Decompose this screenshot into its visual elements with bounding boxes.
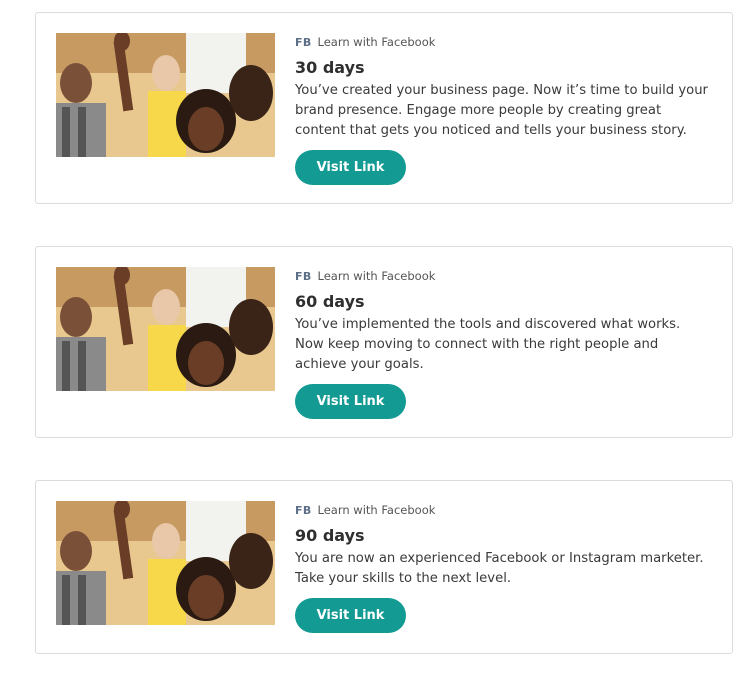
facebook-logo-icon: FB xyxy=(295,35,312,49)
source-line: FB Learn with Facebook xyxy=(295,268,712,284)
facebook-logo-icon: FB xyxy=(295,503,312,517)
card-content: FB Learn with Facebook 30 days You’ve cr… xyxy=(295,34,712,141)
card-title: 60 days xyxy=(295,292,365,311)
source-label: Learn with Facebook xyxy=(317,269,436,283)
source-label: Learn with Facebook xyxy=(317,503,436,517)
audience-photo-image xyxy=(56,267,275,391)
resource-card-30-days: FB Learn with Facebook 30 days You’ve cr… xyxy=(35,12,733,204)
visit-link-button[interactable]: Visit Link xyxy=(295,150,406,185)
visit-link-button[interactable]: Visit Link xyxy=(295,598,406,633)
card-content: FB Learn with Facebook 60 days You’ve im… xyxy=(295,268,712,375)
audience-photo-image xyxy=(56,33,275,157)
source-label: Learn with Facebook xyxy=(317,35,436,49)
resource-card-60-days: FB Learn with Facebook 60 days You’ve im… xyxy=(35,246,733,438)
card-content: FB Learn with Facebook 90 days You are n… xyxy=(295,502,712,589)
visit-link-button[interactable]: Visit Link xyxy=(295,384,406,419)
resource-card-90-days: FB Learn with Facebook 90 days You are n… xyxy=(35,480,733,654)
card-title: 90 days xyxy=(295,526,365,545)
facebook-logo-icon: FB xyxy=(295,269,312,283)
card-title: 30 days xyxy=(295,58,365,77)
card-description: You are now an experienced Facebook or I… xyxy=(295,551,704,586)
source-line: FB Learn with Facebook xyxy=(295,34,712,50)
audience-photo-image xyxy=(56,501,275,625)
source-line: FB Learn with Facebook xyxy=(295,502,712,518)
card-description: You’ve created your business page. Now i… xyxy=(295,83,708,138)
card-description: You’ve implemented the tools and discove… xyxy=(295,317,681,372)
